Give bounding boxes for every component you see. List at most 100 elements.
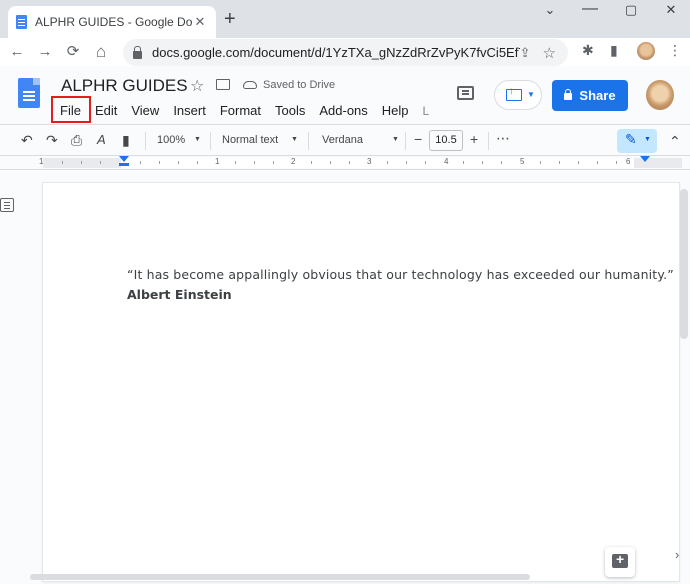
share-button[interactable]: Share — [552, 80, 628, 111]
formatting-toolbar: ↶ ↷ ⎙ A ▮ 100% ▼ Normal text ▼ Verdana ▼… — [0, 124, 690, 156]
browser-tab-strip: ALPHR GUIDES - Google Docs ✕ + ⌄ — ▢ ✕ — [0, 0, 690, 38]
toolbar-divider — [488, 132, 489, 150]
ruler-tick — [159, 161, 160, 164]
toolbar-divider — [308, 132, 309, 150]
last-edit-icon[interactable]: L — [416, 100, 437, 122]
menu-add-ons[interactable]: Add-ons — [312, 100, 374, 122]
address-bar-row: ← → ⟳ ⌂ docs.google.com/document/d/1YzTX… — [0, 38, 690, 66]
browser-tab[interactable]: ALPHR GUIDES - Google Docs ✕ — [8, 6, 216, 38]
redo-icon[interactable]: ↷ — [46, 132, 58, 149]
menu-help[interactable]: Help — [375, 100, 416, 122]
ruler: 1 1 2 3 4 5 6 — [0, 156, 690, 170]
toolbar-divider — [145, 132, 146, 150]
menu-insert[interactable]: Insert — [166, 100, 213, 122]
reload-icon[interactable]: ⟳ — [62, 41, 84, 63]
star-icon[interactable]: ☆ — [190, 76, 204, 96]
tab-search-icon[interactable]: ⌄ — [535, 2, 565, 22]
ruler-tick — [140, 161, 141, 164]
bookmark-star-icon[interactable]: ☆ — [543, 44, 556, 62]
increase-font-size-button[interactable]: + — [470, 131, 478, 147]
font-size-input[interactable]: 10.5 — [429, 130, 463, 151]
ruler-tick — [616, 161, 617, 164]
maximize-button[interactable]: ▢ — [616, 2, 646, 22]
comment-history-icon[interactable] — [457, 86, 474, 100]
chevron-down-icon: ▼ — [392, 136, 399, 143]
side-panel-icon[interactable]: ▮ — [610, 42, 618, 59]
share-label: Share — [579, 88, 616, 103]
ruler-tick — [254, 161, 255, 164]
menu-edit[interactable]: Edit — [88, 100, 124, 122]
profile-avatar-small[interactable] — [637, 42, 655, 60]
author-text[interactable]: Albert Einstein — [127, 287, 232, 302]
ruler-tick — [387, 161, 388, 164]
paint-format-icon[interactable]: ▮ — [122, 132, 130, 149]
back-icon[interactable]: ← — [6, 41, 28, 63]
account-avatar[interactable] — [646, 80, 674, 110]
move-to-folder-icon[interactable] — [216, 79, 230, 90]
new-tab-button[interactable]: + — [224, 9, 236, 29]
ruler-number: 5 — [520, 157, 525, 166]
ruler-tick — [578, 161, 579, 164]
save-status: Saved to Drive — [263, 79, 336, 91]
quote-text[interactable]: “It has become appallingly obvious that … — [127, 267, 674, 282]
toolbar-divider — [210, 132, 211, 150]
home-icon[interactable]: ⌂ — [90, 41, 112, 63]
ruler-tick — [81, 161, 82, 164]
address-bar[interactable]: docs.google.com/document/d/1YzTXa_gNzZdR… — [123, 39, 568, 66]
ruler-number: 1 — [39, 157, 44, 166]
docs-favicon-icon — [16, 15, 27, 29]
first-line-indent-marker[interactable] — [119, 163, 129, 166]
ruler-tick — [235, 161, 236, 164]
collapse-menus-icon[interactable]: ⌃ — [669, 133, 681, 150]
document-outline-icon[interactable] — [0, 198, 14, 212]
share-page-icon[interactable]: ⇪ — [520, 45, 531, 61]
ruler-tick — [463, 161, 464, 164]
pencil-icon: ✎ — [625, 131, 637, 147]
ruler-tick — [597, 161, 598, 164]
add-comment-icon[interactable] — [605, 547, 635, 577]
document-canvas: “It has become appallingly obvious that … — [0, 171, 690, 584]
more-options-icon[interactable]: ⋯ — [496, 130, 510, 147]
ruler-tick — [540, 161, 541, 164]
zoom-select[interactable]: 100% — [157, 134, 185, 146]
font-select[interactable]: Verdana — [322, 134, 363, 146]
menu-view[interactable]: View — [124, 100, 166, 122]
extensions-icon[interactable]: ✱ — [582, 42, 594, 59]
close-window-button[interactable]: ✕ — [656, 2, 686, 22]
ruler-tick — [62, 161, 63, 164]
lock-icon — [133, 45, 142, 59]
ruler-tick — [406, 161, 407, 164]
decrease-font-size-button[interactable]: − — [414, 131, 422, 147]
right-indent-marker[interactable] — [640, 156, 650, 162]
menu-tools[interactable]: Tools — [268, 100, 312, 122]
ruler-tick — [425, 161, 426, 164]
editing-mode-button[interactable]: ✎ ▼ — [617, 129, 657, 153]
minimize-button[interactable]: — — [575, 0, 605, 20]
tab-close-icon[interactable]: ✕ — [192, 14, 208, 30]
style-select[interactable]: Normal text — [222, 134, 278, 146]
ruler-number: 3 — [367, 157, 372, 166]
document-page[interactable]: “It has become appallingly obvious that … — [43, 183, 679, 581]
left-indent-marker[interactable] — [119, 156, 129, 162]
chevron-down-icon: ▼ — [644, 136, 651, 143]
browser-menu-icon[interactable]: ⋮ — [668, 42, 682, 59]
menu-format[interactable]: Format — [213, 100, 268, 122]
docs-header: ALPHR GUIDES ☆ Saved to Drive File Edit … — [0, 66, 690, 124]
present-button[interactable]: ▼ — [494, 80, 542, 110]
toolbar-divider — [405, 132, 406, 150]
forward-icon[interactable]: → — [34, 41, 56, 63]
cloud-saved-icon — [243, 81, 257, 89]
lock-icon — [564, 89, 573, 100]
chevron-right-icon[interactable]: › — [675, 547, 679, 562]
vertical-scrollbar[interactable] — [680, 189, 688, 339]
horizontal-scrollbar[interactable] — [30, 574, 530, 580]
file-menu-highlight-box — [51, 96, 91, 123]
ruler-number: 6 — [626, 157, 631, 166]
spellcheck-icon[interactable]: A — [97, 132, 106, 147]
print-icon[interactable]: ⎙ — [71, 132, 82, 149]
ruler-number: 1 — [215, 157, 220, 166]
undo-icon[interactable]: ↶ — [21, 132, 33, 149]
menu-bar: File Edit View Insert Format Tools Add-o… — [53, 100, 436, 122]
docs-logo-icon[interactable] — [18, 78, 40, 108]
document-title[interactable]: ALPHR GUIDES — [61, 76, 188, 96]
